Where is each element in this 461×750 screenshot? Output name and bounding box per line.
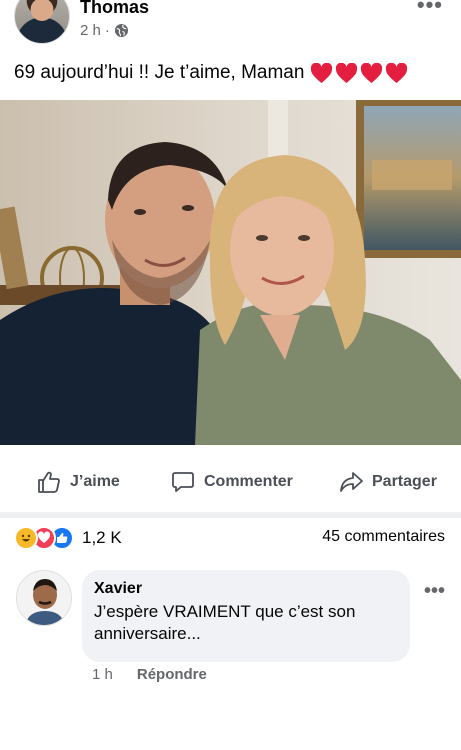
heart-icon [336,62,358,83]
post-text: 69 aujourd’hui !! Je t’aime, Maman [14,62,305,83]
post-time[interactable]: 2 h [80,22,101,39]
post-header: Thomas 2 h · ••• [0,0,461,50]
like-label: J’aime [70,473,120,490]
selfie-illustration [0,100,461,445]
share-button[interactable]: Partager [338,462,437,502]
heart-icon [361,62,383,83]
post-photo[interactable] [0,100,461,445]
heart-icon [386,62,408,83]
commenter-avatar[interactable] [16,570,72,626]
meta-separator: · [104,22,110,39]
comment-meta: 1 h Répondre [92,666,207,683]
comments-count[interactable]: 45 commentaires [322,528,445,546]
commenter-name[interactable]: Xavier [94,580,398,598]
haha-reaction-icon [14,526,38,550]
reply-button[interactable]: Répondre [137,666,207,683]
globe-icon [114,23,128,38]
comment-label: Commenter [204,473,293,490]
comment-time: 1 h [92,666,113,683]
post-more-icon[interactable]: ••• [417,0,443,18]
reactions-summary[interactable]: 1,2 K [14,526,122,550]
section-divider [0,512,461,518]
share-label: Partager [372,473,437,490]
comment-text: J’espère VRAIMENT que c’est son annivers… [94,602,356,643]
comment-more-icon[interactable]: ••• [424,580,445,603]
author-name[interactable]: Thomas [80,0,149,18]
like-button[interactable]: J’aime [36,462,120,502]
post-actions: J’aime Commenter Partager [0,462,461,502]
thumbs-up-icon [38,471,60,493]
heart-icon [311,62,333,83]
post-text-row: 69 aujourd’hui !! Je t’aime, Maman [14,62,408,84]
share-arrow-icon [340,472,363,492]
hearts-emoji [310,62,408,84]
comment-bubble[interactable]: Xavier J’espère VRAIMENT que c’est son a… [82,570,410,662]
reaction-count: 1,2 K [82,528,122,547]
post-meta: 2 h · [80,22,129,39]
comment-button[interactable]: Commenter [170,462,293,502]
author-avatar[interactable] [14,0,70,44]
comment-icon [172,472,194,492]
